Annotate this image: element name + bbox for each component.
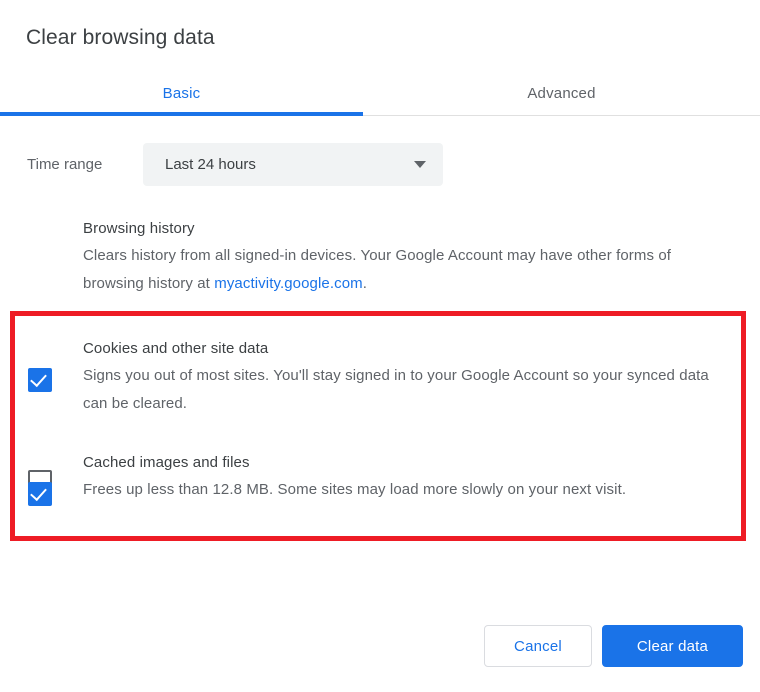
option-row-browsing-history: Browsing history Clears history from all… — [0, 218, 760, 494]
option-description-text: Clears history from all signed-in device… — [83, 247, 672, 292]
option-row-cached-images: Cached images and files Frees up less th… — [0, 452, 760, 540]
check-icon — [30, 483, 47, 502]
time-range-dropdown[interactable]: Last 24 hours — [143, 143, 443, 186]
option-description-text-end: . — [362, 275, 368, 292]
time-range-row: Time range Last 24 hours — [0, 143, 760, 187]
time-range-label: Time range — [27, 156, 103, 173]
myactivity-link[interactable]: myactivity.google.com — [214, 275, 363, 292]
tab-advanced[interactable]: Advanced — [363, 72, 760, 116]
check-icon — [30, 369, 47, 388]
tab-basic[interactable]: Basic — [0, 72, 363, 116]
checkbox-cached-images-and-files[interactable] — [28, 482, 52, 506]
clear-data-button[interactable]: Clear data — [602, 625, 743, 667]
option-title-cookies: Cookies and other site data — [83, 340, 269, 357]
page-title: Clear browsing data — [26, 26, 215, 49]
option-description-cached-images: Frees up less than 12.8 MB. Some sites m… — [83, 481, 627, 498]
chevron-down-icon — [414, 161, 426, 168]
option-row-cookies: Cookies and other site data Signs you ou… — [0, 338, 760, 426]
option-description-browsing-history: Clears history from all signed-in device… — [83, 242, 735, 298]
time-range-selected-value: Last 24 hours — [165, 156, 256, 173]
dialog-footer: Cancel Clear data — [0, 625, 760, 669]
clear-browsing-data-dialog: Clear browsing data Basic Advanced Time … — [0, 0, 760, 692]
tab-active-indicator — [0, 112, 363, 116]
checkbox-cookies-and-site-data[interactable] — [28, 368, 52, 392]
cancel-button[interactable]: Cancel — [484, 625, 592, 667]
option-title-cached-images: Cached images and files — [83, 454, 250, 471]
option-description-cookies: Signs you out of most sites. You'll stay… — [83, 367, 709, 412]
option-title-browsing-history: Browsing history — [83, 220, 195, 237]
